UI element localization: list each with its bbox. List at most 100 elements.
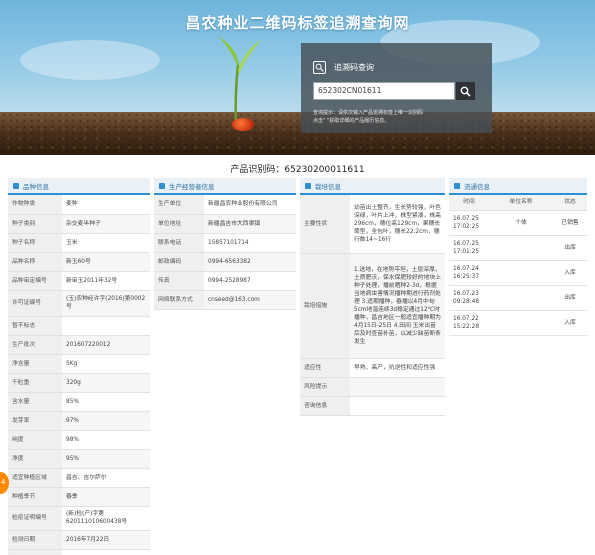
table-row: 含水量 85%	[8, 392, 150, 412]
cultivation-info-title: 栽培信息	[315, 182, 341, 191]
field-value: 0994-6563382	[204, 252, 296, 272]
field-label: 邮政编码	[154, 252, 204, 272]
table-row: 保质期36个月	[8, 549, 150, 555]
field-value: 201607220012	[62, 335, 150, 355]
circulation-info-panel: 流通信息 时间 单位名称 状态 16.07.25 17:02:25 个体 已销售 16…	[449, 178, 587, 336]
table-row: 暂不标志	[8, 316, 150, 336]
search-heading: 追溯码查询	[313, 60, 374, 74]
field-value: (玉)农种经许字(2016)第0002号	[62, 290, 150, 317]
variety-table: 作物种类 麦种 种子类别 杂交麦半种子 种子名称 玉米 品种名称 新玉60号 品种审定编号 新审玉…	[8, 195, 150, 555]
trace-code-input[interactable]: 652302CN01611	[313, 82, 455, 100]
row-status: 出库	[553, 285, 587, 311]
field-value: 新审玉2011年32号	[62, 271, 150, 291]
seed-image	[232, 118, 254, 131]
field-label: 检疫证明编号	[8, 506, 62, 531]
row-unit	[489, 285, 553, 311]
table-row: 许可证编号 (玉)农种经许字(2016)第0002号	[8, 290, 150, 317]
table-row: 适应性 早熟、高产，抗逆性和适应性强	[300, 358, 445, 378]
field-label: 风险提示	[300, 377, 350, 397]
field-label: 发芽率	[8, 411, 62, 431]
info-icon	[159, 182, 165, 189]
producer-info-title: 生产经营者信息	[169, 182, 215, 191]
column-header: 单位名称	[489, 195, 553, 211]
field-value: (新)检(产)字第620111010600438号	[62, 506, 150, 531]
header-banner: 昌农种业二维码标签追溯查询网 追溯码查询 652302CN01611 查询提示：…	[0, 0, 595, 155]
table-row: 16.07.23 09:28:48 出库	[449, 285, 587, 311]
field-label: 许可证编号	[8, 290, 62, 317]
field-value	[350, 377, 445, 397]
row-time: 16.07.22 15:22:28	[449, 310, 489, 336]
column-header: 时间	[449, 195, 489, 211]
field-label: 联系电话	[154, 233, 204, 253]
field-label: 种子类别	[8, 214, 62, 234]
field-value: 97%	[62, 411, 150, 431]
field-value: 麦种	[62, 195, 150, 215]
field-value: 0994-2528987	[204, 271, 296, 291]
variety-info-title: 品种信息	[23, 182, 49, 191]
table-row: 种植季节 春季	[8, 487, 150, 507]
table-row: 咨询信息	[300, 396, 445, 416]
field-label: 主要性状	[300, 195, 350, 254]
field-value: 新疆昌农种业股份有限公司	[204, 195, 296, 215]
row-time: 16.07.25 17:02:25	[449, 210, 489, 236]
field-label: 纯度	[8, 430, 62, 450]
search-tip: 查询提示：请依次输入产品追溯标签上唯一识别码 点击" "获取详细的产品履历信息。	[313, 110, 424, 124]
producer-table: 生产单位 新疆昌农种业股份有限公司 单位地址 新疆昌吉市大西渠镇 联系电话 1585710…	[154, 195, 296, 310]
field-label: 传真	[154, 271, 204, 291]
row-status: 入库	[553, 310, 587, 336]
field-label: 种植季节	[8, 487, 62, 507]
variety-info-panel: 品种信息 作物种类 麦种 种子类别 杂交麦半种子 种子名称 玉米 品种名称 新玉60号 品种审定…	[8, 178, 150, 555]
field-value: 杂交麦半种子	[62, 214, 150, 234]
cloud	[20, 40, 160, 80]
field-value: cnseed@163.com	[204, 290, 296, 310]
table-row: 16.07.22 15:22:28 入库	[449, 310, 587, 336]
field-value: 早熟、高产，抗逆性和适应性强	[350, 358, 445, 378]
field-value: 昌吉、吉尔萨尔	[62, 468, 150, 488]
circulation-info-header: 流通信息	[449, 178, 587, 195]
field-label: 含水量	[8, 392, 62, 412]
table-row: 检测日期 2016年7月22日	[8, 530, 150, 550]
table-row: 净含量 5Kg	[8, 354, 150, 374]
field-label: 生产单位	[154, 195, 204, 215]
table-row: 单位地址 新疆昌吉市大西渠镇	[154, 214, 296, 234]
info-icon	[305, 182, 311, 189]
field-value: 新玉60号	[62, 252, 150, 272]
field-label: 品种审定编号	[8, 271, 62, 291]
table-row: 千粒重 320g	[8, 373, 150, 393]
row-unit	[489, 260, 553, 286]
row-unit	[489, 235, 553, 261]
field-value: 5Kg	[62, 354, 150, 374]
field-label: 净含量	[8, 354, 62, 374]
circulation-info-title: 流通信息	[464, 182, 490, 191]
field-value: 1.选地，在地势平坦，土层深厚，土质肥沃，保水保肥较好的地块上种子处理，播前晒种…	[350, 253, 445, 359]
variety-info-header: 品种信息	[8, 178, 150, 195]
row-unit	[489, 310, 553, 336]
field-value	[350, 396, 445, 416]
row-unit: 个体	[489, 210, 553, 236]
row-time: 16.07.25 17:01:25	[449, 235, 489, 261]
field-label: 适应性	[300, 358, 350, 378]
field-value: 2016年7月22日	[62, 530, 150, 550]
field-label: 保质期	[8, 549, 62, 555]
field-value: 320g	[62, 373, 150, 393]
site-title: 昌农种业二维码标签追溯查询网	[185, 14, 410, 32]
circulation-table: 时间 单位名称 状态 16.07.25 17:02:25 个体 已销售 16.07.2…	[449, 195, 587, 336]
search-button[interactable]	[456, 82, 475, 100]
field-label: 品种名称	[8, 252, 62, 272]
row-status: 出库	[553, 235, 587, 261]
table-row: 联系电话 15857101714	[154, 233, 296, 253]
field-value: 新疆昌吉市大西渠镇	[204, 214, 296, 234]
table-row: 16.07.25 17:02:25 个体 已销售	[449, 210, 587, 236]
cultivation-info-header: 栽培信息	[300, 178, 445, 195]
field-value: 玉米	[62, 233, 150, 253]
table-row: 检疫证明编号 (新)检(产)字第620111010600438号	[8, 506, 150, 531]
producer-info-panel: 生产经营者信息 生产单位 新疆昌农种业股份有限公司 单位地址 新疆昌吉市大西渠镇 联系电…	[154, 178, 296, 310]
field-value: 36个月	[62, 549, 150, 555]
field-label: 净度	[8, 449, 62, 469]
row-status: 已销售	[553, 210, 587, 236]
field-label: 适宜种植区域	[8, 468, 62, 488]
table-row: 种子类别 杂交麦半种子	[8, 214, 150, 234]
table-row: 风险提示	[300, 377, 445, 397]
table-row: 品种名称 新玉60号	[8, 252, 150, 272]
info-icon	[13, 182, 19, 189]
